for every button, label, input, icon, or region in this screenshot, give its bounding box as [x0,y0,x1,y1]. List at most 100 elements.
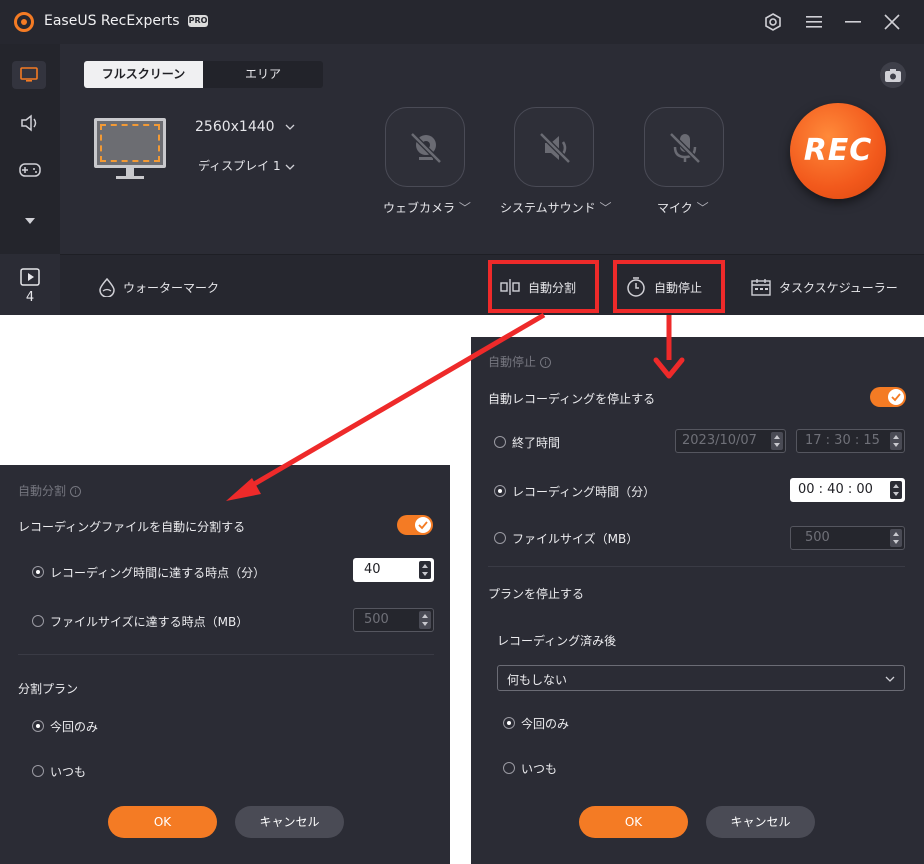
chevron-down-icon [885,676,895,682]
split-size-value: 500 [364,612,389,627]
app-title: EaseUS RecExperts [44,13,180,29]
stop-end-date-value: 2023/10/07 [682,433,757,448]
stepper-arrows-icon [771,432,783,450]
split-enable-label: レコーディングファイルを自動に分割する [18,520,246,534]
stop-after-select[interactable]: 何もしない [497,665,905,691]
stop-plan-once-radio[interactable] [503,717,515,729]
split-ok-button[interactable]: OK [108,806,217,838]
check-icon [418,521,428,530]
highlight-auto-stop [613,260,725,313]
system-sound-label: システムサウンド [500,201,596,215]
watermark-icon [99,277,115,298]
stop-ok-button[interactable]: OK [579,806,688,838]
stop-size-value: 500 [805,530,830,545]
menu-icon[interactable] [802,10,826,34]
stop-end-date-field[interactable]: 2023/10/07 [675,429,786,453]
stepper-arrows-icon [419,561,431,579]
sidebar-item-audio[interactable] [20,114,40,132]
camera-icon [885,69,901,82]
mic-label: マイク [657,201,693,215]
recordings-button[interactable]: 4 [0,254,60,315]
stop-option-duration-label: レコーディング時間（分） [512,485,656,499]
resolution-value: 2560x1440 [195,119,275,135]
split-plan-always-label: いつも [50,765,87,779]
stop-size-stepper[interactable]: 500 [790,526,905,550]
stop-duration-value: 00 : 40 : 00 [798,482,873,497]
stop-after-value: 何もしない [507,673,568,687]
stop-plan-title: プランを停止する [488,587,585,601]
split-plan-once-label: 今回のみ [50,720,99,734]
stop-end-time-field[interactable]: 17 : 30 : 15 [796,429,905,453]
settings-icon[interactable] [761,10,785,34]
highlight-auto-split [488,260,599,313]
stepper-arrows-icon [890,481,902,499]
split-dialog-title: 自動分割 i [18,482,81,499]
mic-muted-icon [669,132,701,164]
mic-toggle[interactable] [644,107,724,187]
task-scheduler-label: タスクスケジューラー [779,281,898,295]
split-time-value: 40 [364,562,381,577]
recordings-count: 4 [25,290,35,305]
stepper-arrows-icon [419,611,431,629]
speaker-icon [21,114,37,132]
stepper-arrows-icon [890,529,902,547]
split-plan-once-radio[interactable] [32,720,44,732]
watermark-label: ウォーターマーク [123,281,220,295]
check-icon [891,393,901,402]
sidebar-item-game[interactable] [19,161,41,179]
close-icon[interactable] [880,10,904,34]
stop-dialog-title: 自動停止 i [488,353,551,370]
split-radio-size[interactable] [32,615,44,627]
sidebar-item-screen[interactable] [12,61,46,89]
stop-radio-end-time[interactable] [494,436,506,448]
tab-fullscreen[interactable]: フルスクリーン [84,61,203,88]
split-cancel-button[interactable]: キャンセル [235,806,344,838]
stop-cancel-button[interactable]: キャンセル [706,806,815,838]
info-icon: i [539,357,551,368]
rec-button[interactable]: REC [790,103,886,199]
mic-dropdown[interactable]: マイク ﹀ [657,199,709,216]
stop-duration-stepper[interactable]: 00 : 40 : 00 [790,478,905,502]
monitor-icon [20,67,38,82]
stop-plan-always-radio[interactable] [503,762,515,774]
webcam-label: ウェブカメラ [383,201,456,215]
app-logo-icon [14,12,34,32]
tab-area[interactable]: エリア [203,61,323,88]
webcam-toggle[interactable] [385,107,465,187]
display-name: ディスプレイ 1 [198,159,281,173]
speaker-muted-icon [539,132,571,164]
stop-plan-once-label: 今回のみ [521,717,570,731]
stop-after-label: レコーディング済み後 [497,634,617,648]
monitor-stand-icon [116,168,144,179]
separator [18,654,434,655]
split-option-size-label: ファイルサイズに達する時点（MB） [50,615,249,629]
system-sound-toggle[interactable] [514,107,594,187]
sidebar-expand-icon[interactable] [24,210,36,224]
webcam-off-icon [410,132,442,164]
pro-badge: PRO [188,15,208,27]
split-radio-time[interactable] [32,566,44,578]
system-sound-dropdown[interactable]: システムサウンド ﹀ [500,199,612,216]
stop-enable-toggle[interactable] [870,387,906,407]
stop-enable-label: 自動レコーディングを停止する [488,392,656,406]
split-time-stepper[interactable]: 40 [353,558,434,582]
webcam-dropdown[interactable]: ウェブカメラ ﹀ [383,199,471,216]
resolution-dropdown[interactable]: 2560x1440 [195,119,295,135]
stop-radio-duration[interactable] [494,485,506,497]
play-icon [20,268,40,286]
stop-end-time-value: 17 : 30 : 15 [805,433,880,448]
display-dropdown[interactable]: ディスプレイ 1 [198,157,295,174]
split-size-stepper[interactable]: 500 [353,608,434,632]
split-option-time-label: レコーディング時間に達する時点（分） [50,566,266,580]
display-preview [94,118,166,168]
watermark-button[interactable]: ウォーターマーク [97,277,220,298]
chevron-down-icon [285,124,295,130]
stop-option-end-label: 終了時間 [512,436,561,450]
stop-plan-always-label: いつも [521,762,558,776]
minimize-icon[interactable] [841,10,865,34]
split-enable-toggle[interactable] [397,515,433,535]
screenshot-button[interactable] [880,62,906,88]
task-scheduler-button[interactable]: タスクスケジューラー [751,279,898,296]
split-plan-always-radio[interactable] [32,765,44,777]
stop-radio-size[interactable] [494,532,506,544]
